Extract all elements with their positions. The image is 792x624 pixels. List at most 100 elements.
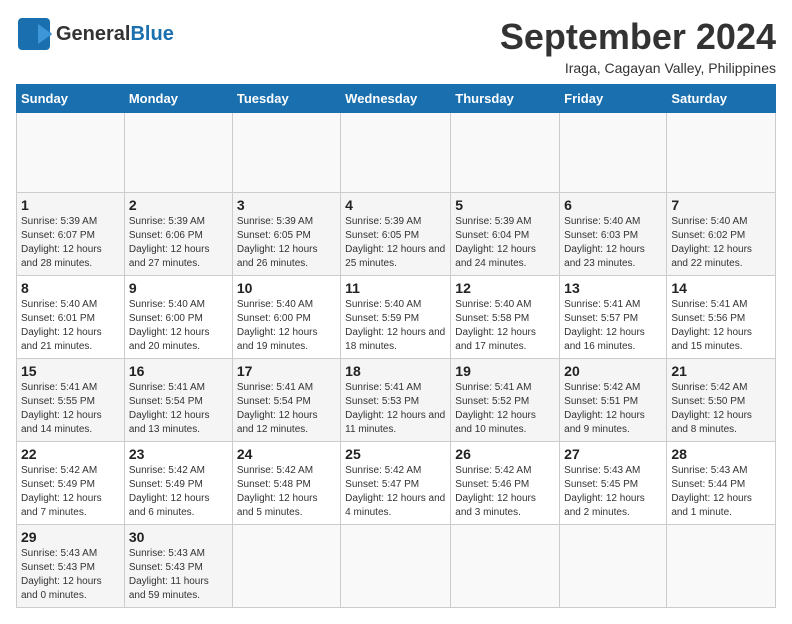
calendar-cell: 3 Sunrise: 5:39 AMSunset: 6:05 PMDaylight… — [232, 193, 340, 276]
day-info: Sunrise: 5:40 AMSunset: 6:00 PMDaylight:… — [129, 298, 228, 354]
day-number: 4 — [345, 197, 446, 213]
day-info: Sunrise: 5:42 AMSunset: 5:49 PMDaylight:… — [129, 464, 228, 520]
calendar-cell: 20Sunrise: 5:42 AMSunset: 5:51 PMDayligh… — [560, 359, 667, 442]
day-number: 26 — [455, 446, 555, 462]
calendar-cell: 2Sunrise: 5:39 AMSunset: 6:06 PMDaylight… — [124, 193, 232, 276]
calendar-cell — [451, 525, 560, 608]
calendar-cell: 7 Sunrise: 5:40 AMSunset: 6:02 PMDaylight… — [667, 193, 776, 276]
calendar-cell — [232, 113, 340, 193]
calendar-cell: 14Sunrise: 5:41 AMSunset: 5:56 PMDayligh… — [667, 276, 776, 359]
day-number: 24 — [237, 446, 336, 462]
day-info: Sunrise: 5:40 AMSunset: 6:00 PMDaylight:… — [237, 298, 336, 354]
day-number: 6 — [564, 197, 662, 213]
day-number: 28 — [671, 446, 771, 462]
month-title: September 2024 — [500, 16, 776, 58]
column-header-wednesday: Wednesday — [341, 85, 451, 113]
day-number: 16 — [129, 363, 228, 379]
day-info: Sunrise: 5:42 AMSunset: 5:50 PMDaylight:… — [671, 381, 771, 437]
day-info: Sunrise: 5:41 AMSunset: 5:54 PMDaylight:… — [129, 381, 228, 437]
logo-general: General — [56, 23, 130, 45]
day-number: 5 — [455, 197, 555, 213]
day-info: Sunrise: 5:39 AMSunset: 6:05 PMDaylight:… — [345, 215, 446, 271]
day-info: Sunrise: 5:39 AMSunset: 6:04 PMDaylight:… — [455, 215, 555, 271]
calendar-cell — [667, 525, 776, 608]
calendar-cell: 19Sunrise: 5:41 AMSunset: 5:52 PMDayligh… — [451, 359, 560, 442]
day-info: Sunrise: 5:41 AMSunset: 5:55 PMDaylight:… — [21, 381, 120, 437]
day-info: Sunrise: 5:42 AMSunset: 5:48 PMDaylight:… — [237, 464, 336, 520]
day-number: 29 — [21, 529, 120, 545]
day-info: Sunrise: 5:42 AMSunset: 5:49 PMDaylight:… — [21, 464, 120, 520]
calendar-header-row: SundayMondayTuesdayWednesdayThursdayFrid… — [17, 85, 776, 113]
calendar-week-row — [17, 113, 776, 193]
day-number: 20 — [564, 363, 662, 379]
day-info: Sunrise: 5:41 AMSunset: 5:54 PMDaylight:… — [237, 381, 336, 437]
day-number: 19 — [455, 363, 555, 379]
calendar-cell: 18 Sunrise: 5:41 AMSunset: 5:53 PMDayligh… — [341, 359, 451, 442]
calendar-cell — [17, 113, 125, 193]
day-number: 18 — [345, 363, 446, 379]
calendar-cell — [560, 113, 667, 193]
calendar-cell: 26 Sunrise: 5:42 AMSunset: 5:46 PMDayligh… — [451, 442, 560, 525]
day-number: 7 — [671, 197, 771, 213]
day-number: 10 — [237, 280, 336, 296]
calendar-cell: 21Sunrise: 5:42 AMSunset: 5:50 PMDayligh… — [667, 359, 776, 442]
logo-icon — [16, 16, 52, 52]
calendar-cell: 12Sunrise: 5:40 AMSunset: 5:58 PMDayligh… — [451, 276, 560, 359]
column-header-friday: Friday — [560, 85, 667, 113]
calendar-cell — [341, 113, 451, 193]
calendar-cell: 5 Sunrise: 5:39 AMSunset: 6:04 PMDaylight… — [451, 193, 560, 276]
logo-text-block: GeneralBlue — [56, 23, 174, 45]
day-number: 14 — [671, 280, 771, 296]
calendar-cell: 24 Sunrise: 5:42 AMSunset: 5:48 PMDayligh… — [232, 442, 340, 525]
day-info: Sunrise: 5:40 AMSunset: 6:03 PMDaylight:… — [564, 215, 662, 271]
calendar-cell: 8Sunrise: 5:40 AMSunset: 6:01 PMDaylight… — [17, 276, 125, 359]
day-info: Sunrise: 5:40 AMSunset: 6:01 PMDaylight:… — [21, 298, 120, 354]
day-info: Sunrise: 5:39 AMSunset: 6:07 PMDaylight:… — [21, 215, 120, 271]
day-info: Sunrise: 5:41 AMSunset: 5:53 PMDaylight:… — [345, 381, 446, 437]
calendar-table: SundayMondayTuesdayWednesdayThursdayFrid… — [16, 84, 776, 608]
day-info: Sunrise: 5:43 AMSunset: 5:43 PMDaylight:… — [21, 547, 120, 603]
day-number: 30 — [129, 529, 228, 545]
calendar-cell — [667, 113, 776, 193]
column-header-sunday: Sunday — [17, 85, 125, 113]
calendar-week-row: 29 Sunrise: 5:43 AMSunset: 5:43 PMDayligh… — [17, 525, 776, 608]
calendar-cell: 13Sunrise: 5:41 AMSunset: 5:57 PMDayligh… — [560, 276, 667, 359]
day-number: 27 — [564, 446, 662, 462]
day-info: Sunrise: 5:43 AMSunset: 5:45 PMDaylight:… — [564, 464, 662, 520]
day-info: Sunrise: 5:42 AMSunset: 5:47 PMDaylight:… — [345, 464, 446, 520]
calendar-cell: 30 Sunrise: 5:43 AMSunset: 5:43 PMDayligh… — [124, 525, 232, 608]
day-info: Sunrise: 5:43 AMSunset: 5:43 PMDaylight:… — [129, 547, 228, 603]
day-info: Sunrise: 5:40 AMSunset: 6:02 PMDaylight:… — [671, 215, 771, 271]
calendar-cell: 15 Sunrise: 5:41 AMSunset: 5:55 PMDayligh… — [17, 359, 125, 442]
calendar-cell: 28Sunrise: 5:43 AMSunset: 5:44 PMDayligh… — [667, 442, 776, 525]
day-info: Sunrise: 5:39 AMSunset: 6:05 PMDaylight:… — [237, 215, 336, 271]
day-number: 17 — [237, 363, 336, 379]
calendar-cell: 27 Sunrise: 5:43 AMSunset: 5:45 PMDayligh… — [560, 442, 667, 525]
column-header-monday: Monday — [124, 85, 232, 113]
calendar-week-row: 1 Sunrise: 5:39 AMSunset: 6:07 PMDaylight… — [17, 193, 776, 276]
calendar-week-row: 22Sunrise: 5:42 AMSunset: 5:49 PMDayligh… — [17, 442, 776, 525]
column-header-thursday: Thursday — [451, 85, 560, 113]
calendar-cell: 10 Sunrise: 5:40 AMSunset: 6:00 PMDayligh… — [232, 276, 340, 359]
calendar-cell: 25Sunrise: 5:42 AMSunset: 5:47 PMDayligh… — [341, 442, 451, 525]
calendar-cell: 1 Sunrise: 5:39 AMSunset: 6:07 PMDaylight… — [17, 193, 125, 276]
day-info: Sunrise: 5:42 AMSunset: 5:46 PMDaylight:… — [455, 464, 555, 520]
calendar-week-row: 8Sunrise: 5:40 AMSunset: 6:01 PMDaylight… — [17, 276, 776, 359]
column-header-saturday: Saturday — [667, 85, 776, 113]
day-number: 15 — [21, 363, 120, 379]
calendar-cell — [124, 113, 232, 193]
page-header: GeneralBlue September 2024 Iraga, Cagaya… — [16, 16, 776, 76]
day-info: Sunrise: 5:39 AMSunset: 6:06 PMDaylight:… — [129, 215, 228, 271]
day-number: 1 — [21, 197, 120, 213]
calendar-cell: 6 Sunrise: 5:40 AMSunset: 6:03 PMDaylight… — [560, 193, 667, 276]
logo-blue: Blue — [130, 23, 173, 45]
calendar-cell — [560, 525, 667, 608]
day-number: 3 — [237, 197, 336, 213]
calendar-cell — [341, 525, 451, 608]
calendar-cell: 29 Sunrise: 5:43 AMSunset: 5:43 PMDayligh… — [17, 525, 125, 608]
day-number: 9 — [129, 280, 228, 296]
calendar-cell: 11Sunrise: 5:40 AMSunset: 5:59 PMDayligh… — [341, 276, 451, 359]
day-info: Sunrise: 5:40 AMSunset: 5:59 PMDaylight:… — [345, 298, 446, 354]
calendar-cell — [451, 113, 560, 193]
day-number: 13 — [564, 280, 662, 296]
